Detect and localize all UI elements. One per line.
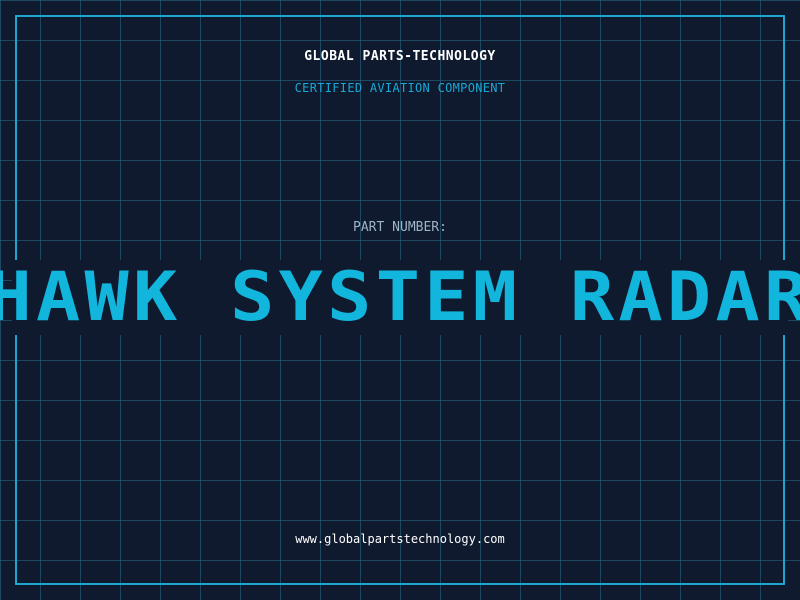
part-number-label: PART NUMBER: [353, 220, 447, 235]
brand-title: GLOBAL PARTS-TECHNOLOGY [304, 49, 496, 64]
part-name: HAWK SYSTEM RADAR [0, 258, 800, 337]
website-link[interactable]: www.globalpartstechnology.com [0, 531, 800, 547]
brand-tagline: CERTIFIED AVIATION COMPONENT [294, 81, 506, 95]
